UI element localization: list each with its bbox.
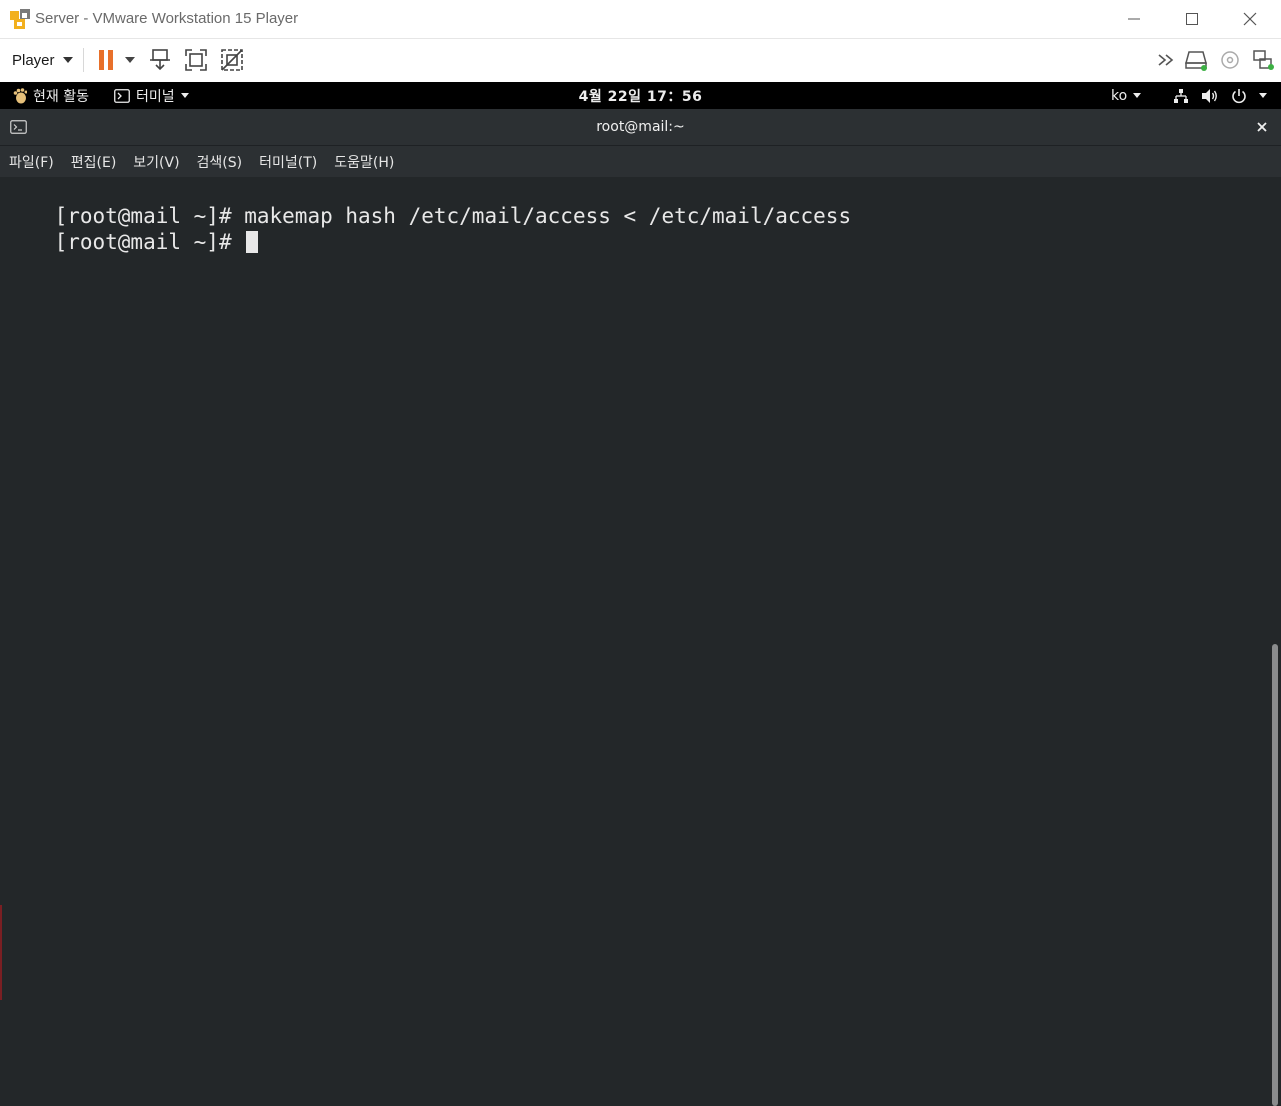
- toolbar-divider: [83, 48, 84, 72]
- network-wired-icon: [1174, 88, 1188, 103]
- send-ctrl-alt-del-icon: [150, 49, 170, 71]
- terminal-window-menu-button[interactable]: [10, 119, 28, 135]
- input-method-label: ko: [1111, 87, 1128, 104]
- host-title-bar: Server - VMware Workstation 15 Player: [0, 0, 1281, 39]
- menu-terminal[interactable]: 터미널(T): [250, 152, 325, 172]
- terminal-line: [root@mail ~]# makemap hash /etc/mail/ac…: [4, 177, 852, 228]
- menu-edit[interactable]: 편집(E): [62, 152, 125, 172]
- menu-file[interactable]: 파일(F): [0, 152, 62, 172]
- network-adapter-button[interactable]: [1249, 46, 1277, 74]
- fullscreen-button[interactable]: [182, 46, 210, 74]
- window-title: Server - VMware Workstation 15 Player: [35, 10, 299, 27]
- menu-view[interactable]: 보기(V): [124, 152, 187, 172]
- vmware-player-icon[interactable]: [9, 8, 31, 30]
- minimize-icon: [1128, 18, 1140, 20]
- fullscreen-icon: [185, 49, 207, 71]
- terminal-line: [root@mail ~]#: [4, 203, 259, 254]
- chevron-down-icon: [1133, 93, 1142, 98]
- close-button[interactable]: [1221, 0, 1279, 38]
- gnome-top-bar: 현재 활동 터미널 4월 22일 17：56 ko: [0, 82, 1281, 109]
- cd-dvd-icon: [1221, 51, 1239, 69]
- terminal-menubar: 파일(F) 편집(E) 보기(V) 검색(S) 터미널(T) 도움말(H): [0, 146, 1281, 177]
- volume-icon: [1202, 88, 1217, 103]
- terminal-output[interactable]: [root@mail ~]# makemap hash /etc/mail/ac…: [0, 177, 1281, 1106]
- menu-search[interactable]: 검색(S): [188, 152, 251, 172]
- chevron-down-icon: [62, 57, 73, 63]
- player-menu-label: Player: [12, 51, 55, 69]
- window-edge-marker: [0, 905, 2, 1000]
- player-menu-button[interactable]: Player: [6, 47, 79, 73]
- hard-disk-icon: [1185, 51, 1207, 71]
- scrollbar-thumb[interactable]: [1272, 644, 1278, 1106]
- chevron-down-icon: [1259, 93, 1267, 98]
- player-toolbar: Player: [0, 39, 1281, 81]
- unity-button[interactable]: [218, 46, 246, 74]
- close-icon: [1243, 12, 1257, 26]
- clock[interactable]: 4월 22일 17：56: [579, 86, 703, 106]
- chevron-down-icon: [125, 57, 135, 63]
- power-icon: [1232, 88, 1246, 103]
- text-cursor: [246, 231, 259, 253]
- chevron-down-icon: [180, 93, 189, 98]
- terminal-title: root@mail:~: [596, 119, 685, 135]
- activities-label: 현재 활동: [33, 88, 89, 105]
- pause-icon: [99, 50, 113, 70]
- gnome-foot-icon: [13, 87, 27, 103]
- hard-disk-button[interactable]: [1182, 46, 1210, 74]
- terminal-scrollbar[interactable]: [1269, 177, 1281, 1106]
- system-status-menu[interactable]: [1173, 82, 1267, 109]
- terminal-close-button[interactable]: [1252, 119, 1272, 135]
- unity-icon: [221, 49, 243, 71]
- network-adapter-icon: [1253, 50, 1274, 70]
- maximize-icon: [1186, 13, 1198, 25]
- menu-help[interactable]: 도움말(H): [325, 152, 402, 172]
- clock-area: 4월 22일 17：56: [0, 82, 1281, 109]
- pause-button[interactable]: [92, 46, 120, 74]
- close-icon: [1257, 122, 1267, 132]
- terminal-prompt: [root@mail ~]#: [54, 230, 245, 254]
- terminal-icon: [10, 120, 27, 134]
- terminal-title-area: root@mail:~: [0, 109, 1281, 145]
- input-method-button[interactable]: ko: [1111, 82, 1142, 109]
- more-devices-button[interactable]: [1153, 46, 1181, 74]
- app-menu-terminal[interactable]: 터미널: [114, 82, 189, 109]
- cd-dvd-button[interactable]: [1216, 46, 1244, 74]
- terminal-header-bar: root@mail:~: [0, 109, 1281, 146]
- double-chevron-right-icon: [1158, 54, 1174, 66]
- minimize-button[interactable]: [1105, 0, 1163, 38]
- terminal-icon: [114, 88, 130, 103]
- send-ctrl-alt-del-button[interactable]: [146, 46, 174, 74]
- app-menu-label: 터미널: [136, 88, 175, 105]
- activities-button[interactable]: 현재 활동: [13, 82, 89, 109]
- maximize-button[interactable]: [1163, 0, 1221, 38]
- pause-dropdown-button[interactable]: [118, 46, 142, 74]
